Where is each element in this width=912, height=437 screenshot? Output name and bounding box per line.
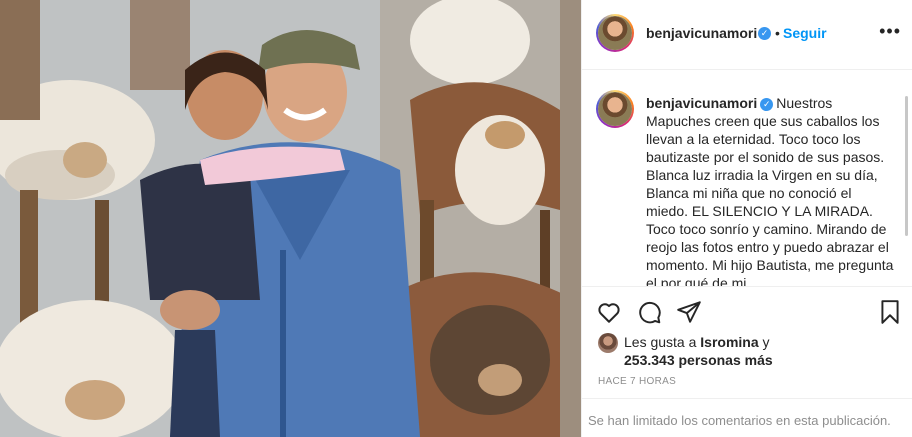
liker-avatar[interactable] bbox=[598, 333, 618, 353]
follow-button[interactable]: Seguir bbox=[783, 25, 827, 41]
post-header: benjavicunamori ✓ • Seguir ••• bbox=[582, 0, 912, 70]
author-username[interactable]: benjavicunamori bbox=[646, 25, 757, 41]
header-separator: • bbox=[775, 25, 780, 41]
author-avatar[interactable] bbox=[596, 14, 634, 52]
likes-count[interactable]: 253.343 personas más bbox=[624, 352, 773, 368]
liker-username[interactable]: Isromina bbox=[700, 334, 758, 350]
comment-icon[interactable] bbox=[636, 299, 662, 325]
more-options-icon[interactable]: ••• bbox=[879, 22, 901, 40]
heart-icon[interactable] bbox=[596, 299, 622, 325]
post-caption: benjavicunamori ✓ Nuestros Mapuches creen … bbox=[646, 94, 896, 286]
likes-and: y bbox=[762, 334, 770, 350]
post-side-panel: benjavicunamori ✓ • Seguir ••• benjavicu… bbox=[581, 0, 912, 437]
post-photo-illustration bbox=[0, 0, 581, 437]
post-actions: Les gusta a Isromina y 253.343 personas … bbox=[582, 286, 912, 372]
share-icon[interactable] bbox=[676, 299, 702, 325]
likes-summary: Les gusta a Isromina y bbox=[624, 334, 770, 350]
bookmark-icon[interactable] bbox=[877, 299, 903, 325]
caption-author-avatar[interactable] bbox=[596, 90, 634, 128]
comments-limited-notice: Se han limitado los comentarios en esta … bbox=[582, 398, 912, 437]
caption-username[interactable]: benjavicunamori bbox=[646, 95, 757, 111]
post-photo[interactable] bbox=[0, 0, 581, 437]
likes-prefix: Les gusta a bbox=[624, 334, 697, 350]
caption-scrollbar[interactable] bbox=[905, 96, 908, 236]
caption-verified-icon: ✓ bbox=[760, 98, 774, 111]
caption-text: Nuestros Mapuches creen que sus caballos… bbox=[646, 95, 894, 286]
post-timestamp[interactable]: HACE 7 HORAS bbox=[598, 376, 676, 387]
verified-icon: ✓ bbox=[758, 27, 771, 40]
caption-section: benjavicunamori ✓ Nuestros Mapuches creen … bbox=[582, 86, 912, 286]
